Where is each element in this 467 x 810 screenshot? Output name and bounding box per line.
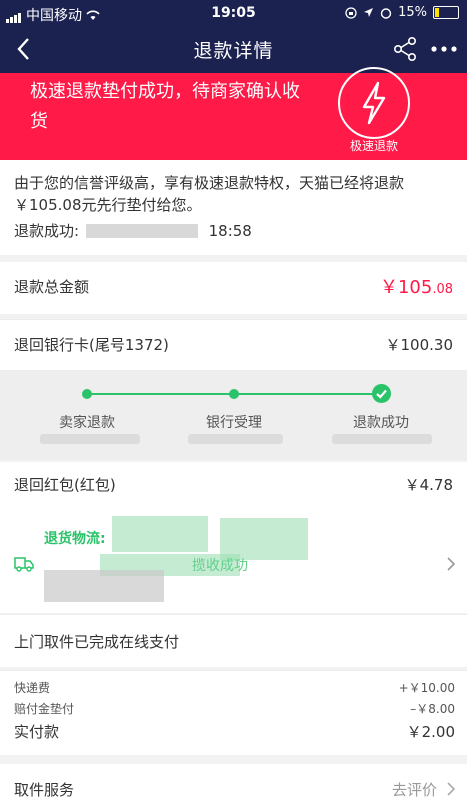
step-complete-icon (372, 384, 391, 403)
truck-icon (14, 557, 34, 572)
logistics-title: 退货物流: (44, 531, 106, 547)
privilege-text: 由于您的信誉评级高，享有极速退款特权，天猫已经将退款￥105.08元先行垫付给您… (14, 174, 405, 214)
service-label: 取件服务 (14, 781, 75, 799)
step-label-3: 退款成功 (353, 415, 409, 431)
paid-value: ￥2.00 (406, 723, 455, 741)
fee-label-compensation: 赔付金垫付 (14, 702, 75, 716)
step-dot-2 (229, 389, 239, 399)
alarm-icon (380, 7, 392, 19)
pickup-label: 上门取件已完成在线支付 (14, 633, 180, 651)
bank-amount: ￥100.30 (385, 336, 454, 354)
success-time: 18:58 (208, 222, 252, 240)
redacted-time-1 (40, 434, 140, 444)
fee-summary: 快递费 +￥10.00 赔付金垫付 –￥8.00 实付款 ￥2.00 (0, 670, 467, 755)
redpacket-label: 退回红包(红包) (14, 476, 116, 494)
chevron-right-icon (447, 782, 456, 796)
success-line: 退款成功: 18:58 (14, 220, 455, 242)
redpacket-row: 退回红包(红包) ￥4.78 (0, 462, 467, 508)
step-label-2: 银行受理 (206, 415, 262, 431)
fast-refund-badge (338, 67, 410, 139)
fee-value-shipping: +￥10.00 (398, 681, 455, 695)
location-icon (364, 8, 374, 17)
refund-total-row: 退款总金额 ￥105.08 (0, 262, 467, 314)
battery-icon (433, 6, 459, 19)
step-label-1: 卖家退款 (59, 415, 115, 431)
bank-label: 退回银行卡(尾号1372) (14, 336, 169, 354)
more-button[interactable] (430, 44, 458, 54)
redpacket-amount: ￥4.78 (404, 476, 453, 494)
refund-progress: 卖家退款 银行受理 退款成功 (0, 370, 467, 460)
lightning-icon (362, 81, 386, 125)
refund-banner: 极速退款垫付成功，待商家确认收货 极速退款 (0, 67, 467, 160)
fast-refund-label: 极速退款 (349, 139, 398, 153)
total-label: 退款总金额 (14, 278, 90, 296)
redacted-address (44, 570, 164, 602)
rate-link[interactable]: 去评价 (392, 779, 437, 800)
total-amount-decimal: .08 (432, 282, 453, 297)
redacted-tracking-1 (112, 516, 208, 552)
chevron-right-icon (447, 557, 456, 571)
step-dot-1 (82, 389, 92, 399)
paid-label: 实付款 (14, 723, 60, 741)
total-amount-main: ￥105 (379, 277, 433, 298)
banner-message: 极速退款垫付成功，待商家确认收货 (30, 81, 300, 132)
battery-percent: 15% (398, 5, 427, 20)
logistics-row[interactable]: 退货物流: 揽收成功 (0, 508, 467, 613)
lock-rotation-icon (345, 6, 357, 19)
redacted-time-3 (332, 434, 432, 444)
top-bar: 中国移动 19:05 15% 退款详情 (0, 0, 467, 73)
pickup-service-row[interactable]: 取件服务 去评价 (0, 764, 467, 810)
refund-info-card: 由于您的信誉评级高，享有极速退款特权，天猫已经将退款￥105.08元先行垫付给您… (0, 160, 467, 255)
success-label: 退款成功: (14, 222, 80, 240)
logistics-status: 揽收成功 (192, 558, 248, 574)
pickup-row: 上门取件已完成在线支付 (0, 614, 467, 667)
fee-value-compensation: –￥8.00 (410, 702, 455, 716)
total-amount: ￥105.08 (380, 273, 453, 299)
bank-refund-row: 退回银行卡(尾号1372) ￥100.30 (0, 319, 467, 370)
share-button[interactable] (392, 36, 418, 62)
redacted-time-2 (188, 434, 283, 444)
status-bar: 中国移动 19:05 15% (0, 0, 467, 26)
fee-label-shipping: 快递费 (14, 681, 51, 695)
redacted-date (85, 223, 198, 238)
